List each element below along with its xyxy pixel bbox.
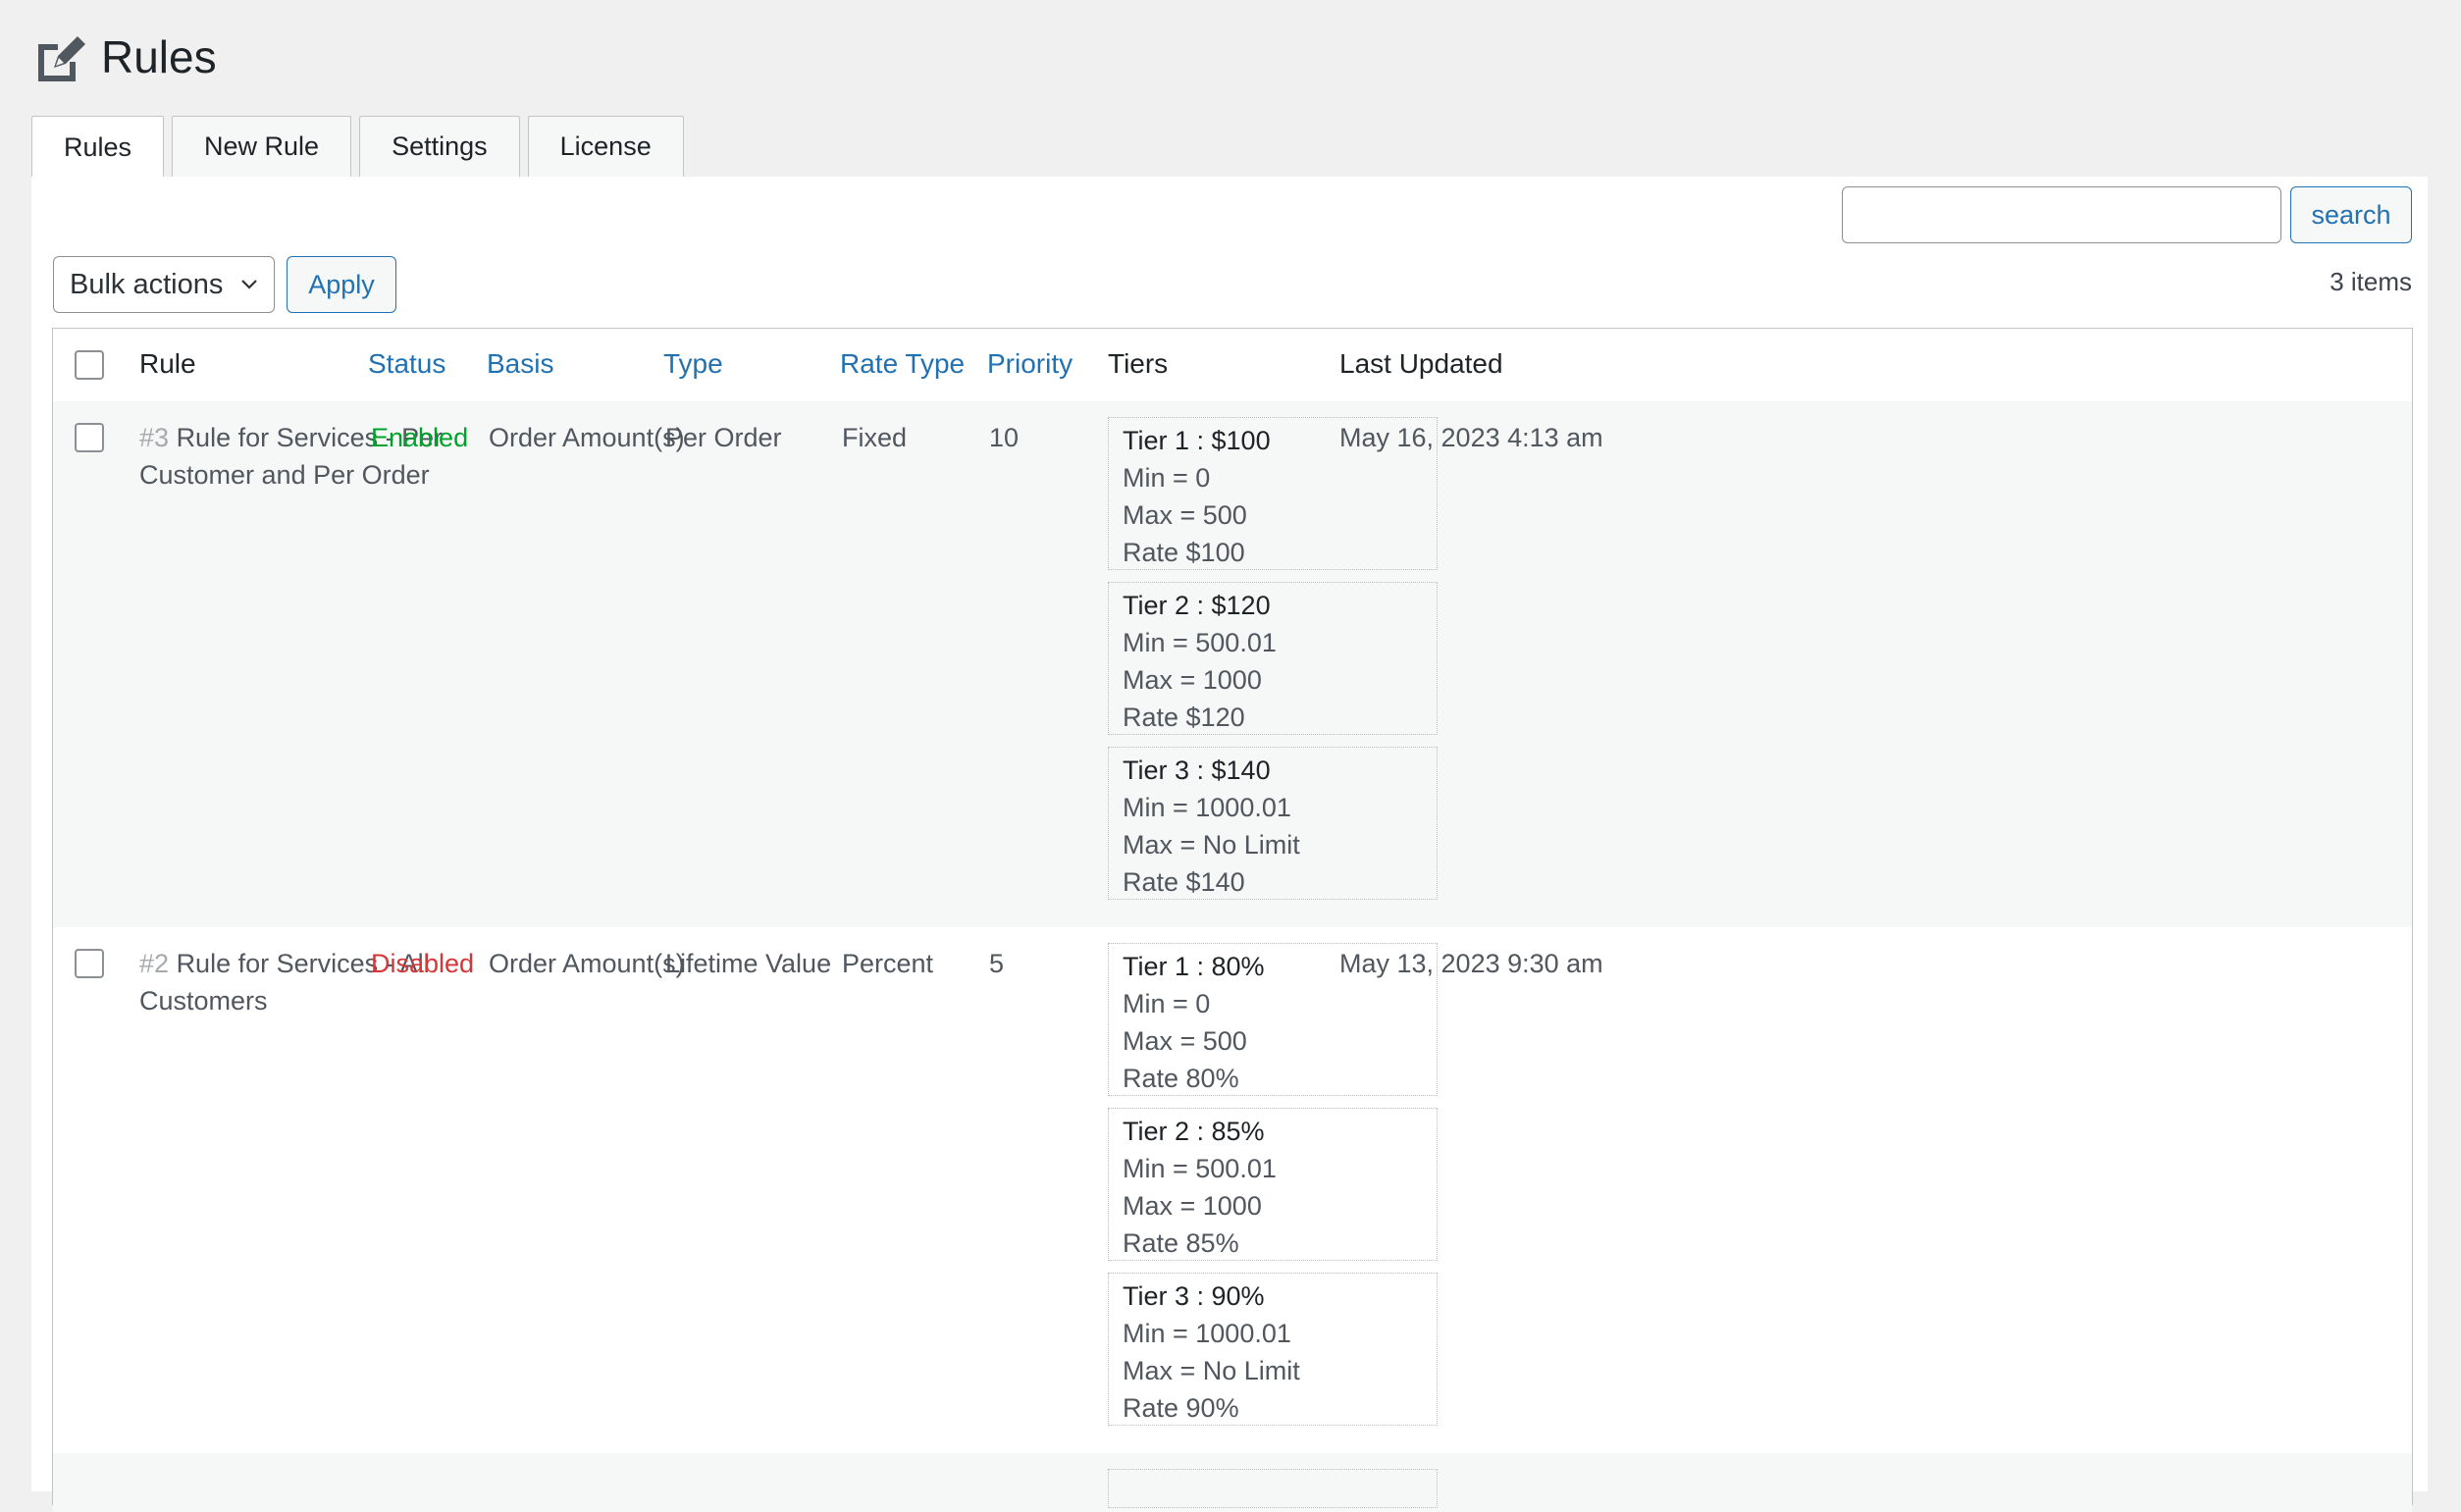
page-title: Rules xyxy=(101,31,217,82)
table-row: #2 Rule for Services - All Customers Dis… xyxy=(53,927,2412,1453)
column-tiers: Tiers xyxy=(1108,348,1169,379)
tab-license[interactable]: License xyxy=(527,116,684,177)
tier-min: Min = 1000.01 xyxy=(1123,793,1291,822)
rule-id: #3 xyxy=(139,423,170,452)
status-badge: Disabled xyxy=(371,949,475,978)
column-priority[interactable]: Priority xyxy=(987,348,1073,380)
rules-table: Rule Status Basis Type Rate Type Priorit… xyxy=(52,328,2413,1512)
rate-type-cell: Percent xyxy=(842,949,934,978)
tier-min: Min = 0 xyxy=(1123,463,1211,493)
row-checkbox[interactable] xyxy=(75,423,104,452)
priority-cell: 10 xyxy=(989,423,1020,452)
tier-min: Min = 0 xyxy=(1123,989,1211,1018)
column-last-updated: Last Updated xyxy=(1339,348,1503,379)
tier-max: Max = 500 xyxy=(1123,500,1247,530)
status-badge: Enabled xyxy=(371,423,469,452)
tier-max: Max = 1000 xyxy=(1123,1191,1262,1221)
basis-cell: Order Amount(s) xyxy=(489,423,685,452)
tier-max: Max = 500 xyxy=(1123,1026,1247,1056)
tier-rate: Rate $100 xyxy=(1123,538,1245,567)
tab-bar: Rules New Rule Settings License xyxy=(31,116,692,179)
table-header: Rule Status Basis Type Rate Type Priorit… xyxy=(53,329,2412,402)
tier-box: Tier 2 : 85% Min = 500.01 Max = 1000 Rat… xyxy=(1108,1108,1438,1261)
search-input[interactable] xyxy=(1842,186,2281,243)
bulk-actions-select[interactable]: Bulk actions xyxy=(53,256,275,313)
tier-title: Tier 3 : 90% xyxy=(1123,1281,1265,1311)
items-count: 3 items xyxy=(2330,267,2412,296)
tier-min: Min = 500.01 xyxy=(1123,1154,1277,1183)
tab-rules[interactable]: Rules xyxy=(31,116,165,179)
column-basis[interactable]: Basis xyxy=(487,348,553,380)
tab-new-rule[interactable]: New Rule xyxy=(172,116,352,177)
tier-box xyxy=(1108,1469,1438,1508)
column-rate-type[interactable]: Rate Type xyxy=(840,348,965,380)
tier-max: Max = No Limit xyxy=(1123,1356,1300,1385)
tier-rate: Rate 85% xyxy=(1123,1228,1239,1258)
tier-title: Tier 3 : $140 xyxy=(1123,756,1271,785)
page-header: Rules xyxy=(34,27,217,86)
column-type[interactable]: Type xyxy=(663,348,723,380)
last-updated-cell: May 13, 2023 9:30 am xyxy=(1339,949,1603,978)
type-cell: Lifetime Value xyxy=(665,949,832,978)
tier-min: Min = 500.01 xyxy=(1123,628,1277,657)
rule-id: #2 xyxy=(139,949,170,978)
tier-max: Max = 1000 xyxy=(1123,665,1262,695)
tier-title: Tier 2 : $120 xyxy=(1123,591,1271,620)
rate-type-cell: Fixed xyxy=(842,423,908,452)
table-row xyxy=(53,1453,2412,1512)
type-cell: Per Order xyxy=(665,423,782,452)
apply-button[interactable]: Apply xyxy=(287,256,396,313)
tier-rate: Rate 90% xyxy=(1123,1393,1239,1423)
tab-settings[interactable]: Settings xyxy=(359,116,520,177)
tier-rate: Rate $140 xyxy=(1123,867,1245,897)
bulk-actions-selected: Bulk actions xyxy=(70,268,224,300)
basis-cell: Order Amount(s) xyxy=(489,949,685,978)
tier-box: Tier 3 : $140 Min = 1000.01 Max = No Lim… xyxy=(1108,747,1438,900)
tier-rate: Rate $120 xyxy=(1123,703,1245,732)
table-row: #3 Rule for Services - Per Customer and … xyxy=(53,401,2412,927)
tier-box: Tier 3 : 90% Min = 1000.01 Max = No Limi… xyxy=(1108,1273,1438,1426)
search-button[interactable]: search xyxy=(2290,186,2412,243)
tier-box: Tier 2 : $120 Min = 500.01 Max = 1000 Ra… xyxy=(1108,582,1438,735)
tier-title: Tier 2 : 85% xyxy=(1123,1117,1265,1146)
tier-rate: Rate 80% xyxy=(1123,1064,1239,1093)
select-all-checkbox[interactable] xyxy=(75,350,104,380)
row-checkbox[interactable] xyxy=(75,949,104,978)
priority-cell: 5 xyxy=(989,949,1005,978)
tier-min: Min = 1000.01 xyxy=(1123,1319,1291,1348)
chevron-down-icon xyxy=(241,280,257,289)
column-rule: Rule xyxy=(139,348,196,379)
tier-max: Max = No Limit xyxy=(1123,830,1300,860)
last-updated-cell: May 16, 2023 4:13 am xyxy=(1339,423,1603,452)
column-status[interactable]: Status xyxy=(368,348,445,380)
edit-page-icon xyxy=(38,36,85,81)
